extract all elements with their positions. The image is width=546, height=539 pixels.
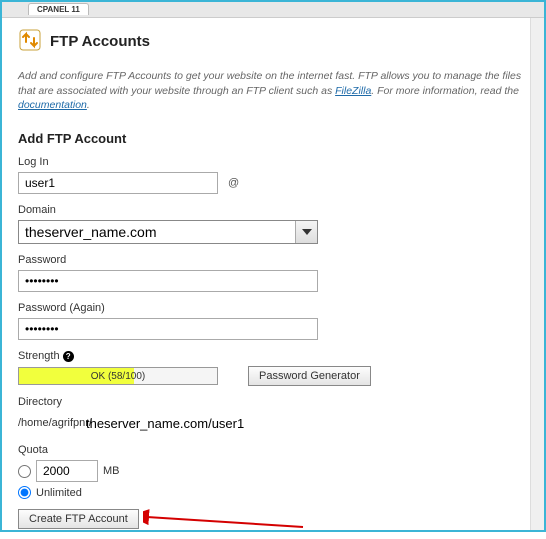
directory-label: Directory	[18, 396, 528, 408]
intro-text: Add and configure FTP Accounts to get yo…	[18, 69, 528, 113]
login-input[interactable]	[18, 172, 218, 194]
login-label: Log In	[18, 156, 528, 168]
password-input[interactable]	[18, 270, 318, 292]
quota-limited-radio[interactable]	[18, 465, 31, 478]
quota-value-input[interactable]	[36, 460, 98, 482]
ftp-icon	[18, 28, 42, 55]
strength-meter: OK (58/100)	[18, 367, 218, 385]
quota-unlimited-option[interactable]: Unlimited	[18, 486, 528, 499]
create-ftp-account-button[interactable]: Create FTP Account	[18, 509, 139, 529]
domain-selected-value: theserver_name.com	[19, 224, 295, 240]
password-again-label: Password (Again)	[18, 302, 528, 314]
domain-label: Domain	[18, 204, 528, 216]
strength-text: OK (58/100)	[19, 368, 217, 384]
browser-tab-bar: CPANEL 11	[2, 2, 544, 18]
documentation-link[interactable]: documentation	[18, 99, 87, 111]
at-symbol: @	[228, 177, 239, 189]
section-title: Add FTP Account	[18, 131, 528, 146]
password-label: Password	[18, 254, 528, 266]
browser-tab[interactable]: CPANEL 11	[28, 3, 89, 15]
directory-input[interactable]	[80, 412, 280, 434]
dropdown-arrow-icon[interactable]	[295, 221, 317, 243]
annotation-arrow	[143, 503, 313, 533]
quota-label: Quota	[18, 444, 528, 456]
quota-unlimited-radio[interactable]	[18, 486, 31, 499]
strength-label: Strength ?	[18, 350, 528, 362]
info-icon[interactable]: ?	[63, 351, 74, 362]
quota-limited-option[interactable]: MB	[18, 460, 528, 482]
quota-unit: MB	[103, 465, 120, 477]
password-again-input[interactable]	[18, 318, 318, 340]
password-generator-button[interactable]: Password Generator	[248, 366, 371, 386]
domain-select[interactable]: theserver_name.com	[18, 220, 318, 244]
filezilla-link[interactable]: FileZilla	[335, 85, 371, 97]
page-title: FTP Accounts	[50, 33, 150, 50]
page-header: FTP Accounts	[18, 28, 528, 55]
vertical-scrollbar[interactable]	[530, 18, 544, 530]
quota-unlimited-label: Unlimited	[36, 487, 82, 499]
